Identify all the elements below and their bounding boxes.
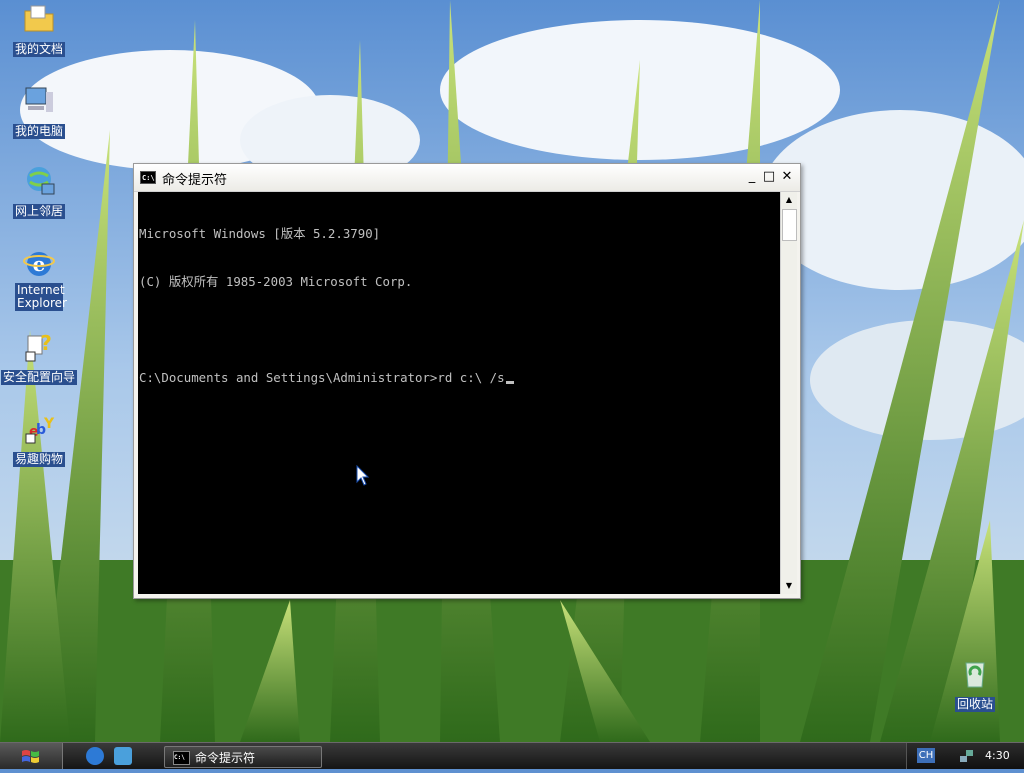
scroll-down-arrow-icon[interactable]: ▼	[781, 578, 797, 594]
console-app-icon: C:\	[140, 171, 156, 184]
quicklaunch-ie-icon[interactable]	[86, 747, 104, 765]
shopping-icon: ebY	[22, 412, 56, 446]
input-method-indicator[interactable]: CH	[917, 748, 935, 763]
desktop-icon-label: 安全配置向导	[0, 370, 77, 385]
vertical-scrollbar[interactable]: ▲ ▼	[780, 192, 797, 594]
security-wizard-icon: ?	[22, 330, 56, 364]
computer-icon	[22, 84, 56, 118]
internet-explorer-icon: e	[22, 247, 56, 281]
svg-text:Y: Y	[43, 416, 55, 432]
network-connection-icon[interactable]	[959, 748, 975, 764]
svg-text:?: ?	[40, 331, 52, 355]
maximize-button[interactable]: □	[761, 169, 777, 185]
desktop-icon-label: Internet Explorer	[15, 283, 67, 311]
console-line: (C) 版权所有 1985-2003 Microsoft Corp.	[139, 274, 413, 289]
taskbar-item-command-prompt[interactable]: C:\ 命令提示符	[164, 746, 322, 768]
console-app-icon: C:\	[173, 751, 190, 765]
desktop-icon-my-documents[interactable]: 我的文档	[0, 2, 78, 57]
desktop-icon-my-computer[interactable]: 我的电脑	[0, 84, 78, 139]
mouse-pointer-icon	[356, 465, 370, 486]
desktop-icon-internet-explorer[interactable]: e Internet Explorer	[0, 247, 78, 311]
scrollbar-thumb[interactable]	[782, 209, 797, 241]
desktop-icon-label: 我的文档	[12, 42, 65, 57]
folder-documents-icon	[22, 2, 56, 36]
system-tray: CH 4:30	[906, 743, 1024, 769]
desktop-icon-network[interactable]: 网上邻居	[0, 164, 78, 219]
network-icon	[22, 164, 56, 198]
quicklaunch-desktop-icon[interactable]	[114, 747, 132, 765]
recycle-bin-icon	[958, 657, 992, 691]
window-titlebar[interactable]: C:\ 命令提示符 _ □ ✕	[134, 164, 800, 192]
desktop-icon-label: 网上邻居	[12, 204, 65, 219]
desktop-icon-security-wizard[interactable]: ? 安全配置向导	[0, 330, 78, 385]
command-prompt-window[interactable]: C:\ 命令提示符 _ □ ✕ Microsoft Windows [版本 5.…	[133, 163, 801, 599]
desktop-icon-shopping[interactable]: ebY 易趣购物	[0, 412, 78, 467]
start-button[interactable]	[0, 743, 63, 769]
desktop-icon-recycle-bin[interactable]: 回收站	[936, 657, 1014, 712]
desktop-icon-label: 回收站	[954, 697, 995, 712]
desktop-icon-label: 易趣购物	[12, 452, 65, 467]
console-line: Microsoft Windows [版本 5.2.3790]	[139, 226, 381, 241]
console-prompt-text: C:\Documents and Settings\Administrator>…	[139, 370, 505, 385]
taskbar: C:\ 命令提示符 CH 4:30	[0, 742, 1024, 769]
close-button[interactable]: ✕	[779, 169, 795, 185]
taskbar-clock[interactable]: 4:30	[985, 749, 1010, 762]
minimize-button[interactable]: _	[744, 169, 760, 185]
console-command-line: C:\Documents and Settings\Administrator>…	[139, 370, 780, 386]
desktop-icon-label: 我的电脑	[12, 124, 65, 139]
windows-logo-icon	[22, 750, 39, 763]
scroll-up-arrow-icon[interactable]: ▲	[781, 192, 797, 208]
window-title: 命令提示符	[162, 173, 228, 188]
taskbar-item-label: 命令提示符	[195, 751, 256, 765]
text-cursor	[505, 381, 514, 384]
console-output[interactable]: Microsoft Windows [版本 5.2.3790] (C) 版权所有…	[138, 192, 780, 594]
